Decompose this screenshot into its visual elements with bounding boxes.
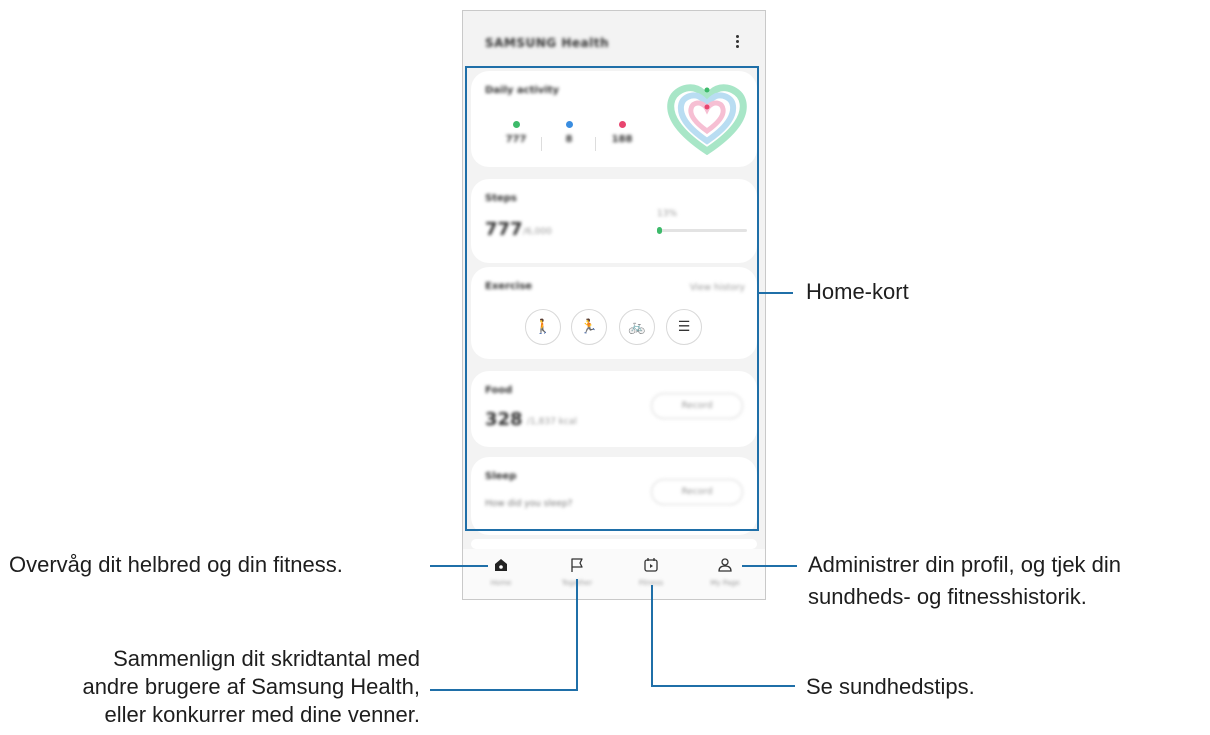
callout-line-tips-v (651, 585, 653, 687)
person-icon (718, 558, 732, 572)
nav-my-page[interactable]: My Page (695, 557, 755, 587)
callout-profile-line1: Administrer din profil, og tjek din (808, 552, 1122, 577)
nav-fitness[interactable]: Fitness (621, 557, 681, 587)
callout-line-compare-v (576, 579, 578, 691)
callout-monitor: Overvåg dit helbred og din fitness. (9, 552, 343, 577)
callout-profile-line2: sundheds- og fitnesshistorik. (808, 584, 1087, 609)
play-calendar-icon (644, 558, 658, 572)
callout-line-compare-h (430, 689, 578, 691)
next-card-peek (471, 539, 757, 549)
callout-line-tips-h (651, 685, 795, 687)
nav-home[interactable]: Home (471, 557, 531, 587)
callout-tips: Se sundhedstips. (806, 674, 975, 699)
flag-icon (571, 558, 583, 572)
home-icon (495, 559, 507, 571)
callout-compare-line1: Sammenlign dit skridtantal med (113, 646, 420, 671)
callout-home-cards: Home-kort (806, 279, 909, 304)
app-title: SAMSUNG Health (485, 36, 609, 50)
more-vertical-icon[interactable] (731, 33, 743, 53)
nav-label: Home (490, 579, 512, 587)
bottom-navigation: Home Together Fitness My Page (463, 549, 765, 599)
callout-compare-line2: andre brugere af Samsung Health, (82, 674, 420, 699)
callout-line-profile (742, 565, 797, 567)
callout-line-monitor (430, 565, 488, 567)
callout-line-home-cards (759, 292, 793, 294)
callout-compare-line3: eller konkurrer med dine venner. (104, 702, 421, 727)
home-cards-highlight (465, 66, 759, 531)
nav-label: My Page (710, 579, 740, 587)
